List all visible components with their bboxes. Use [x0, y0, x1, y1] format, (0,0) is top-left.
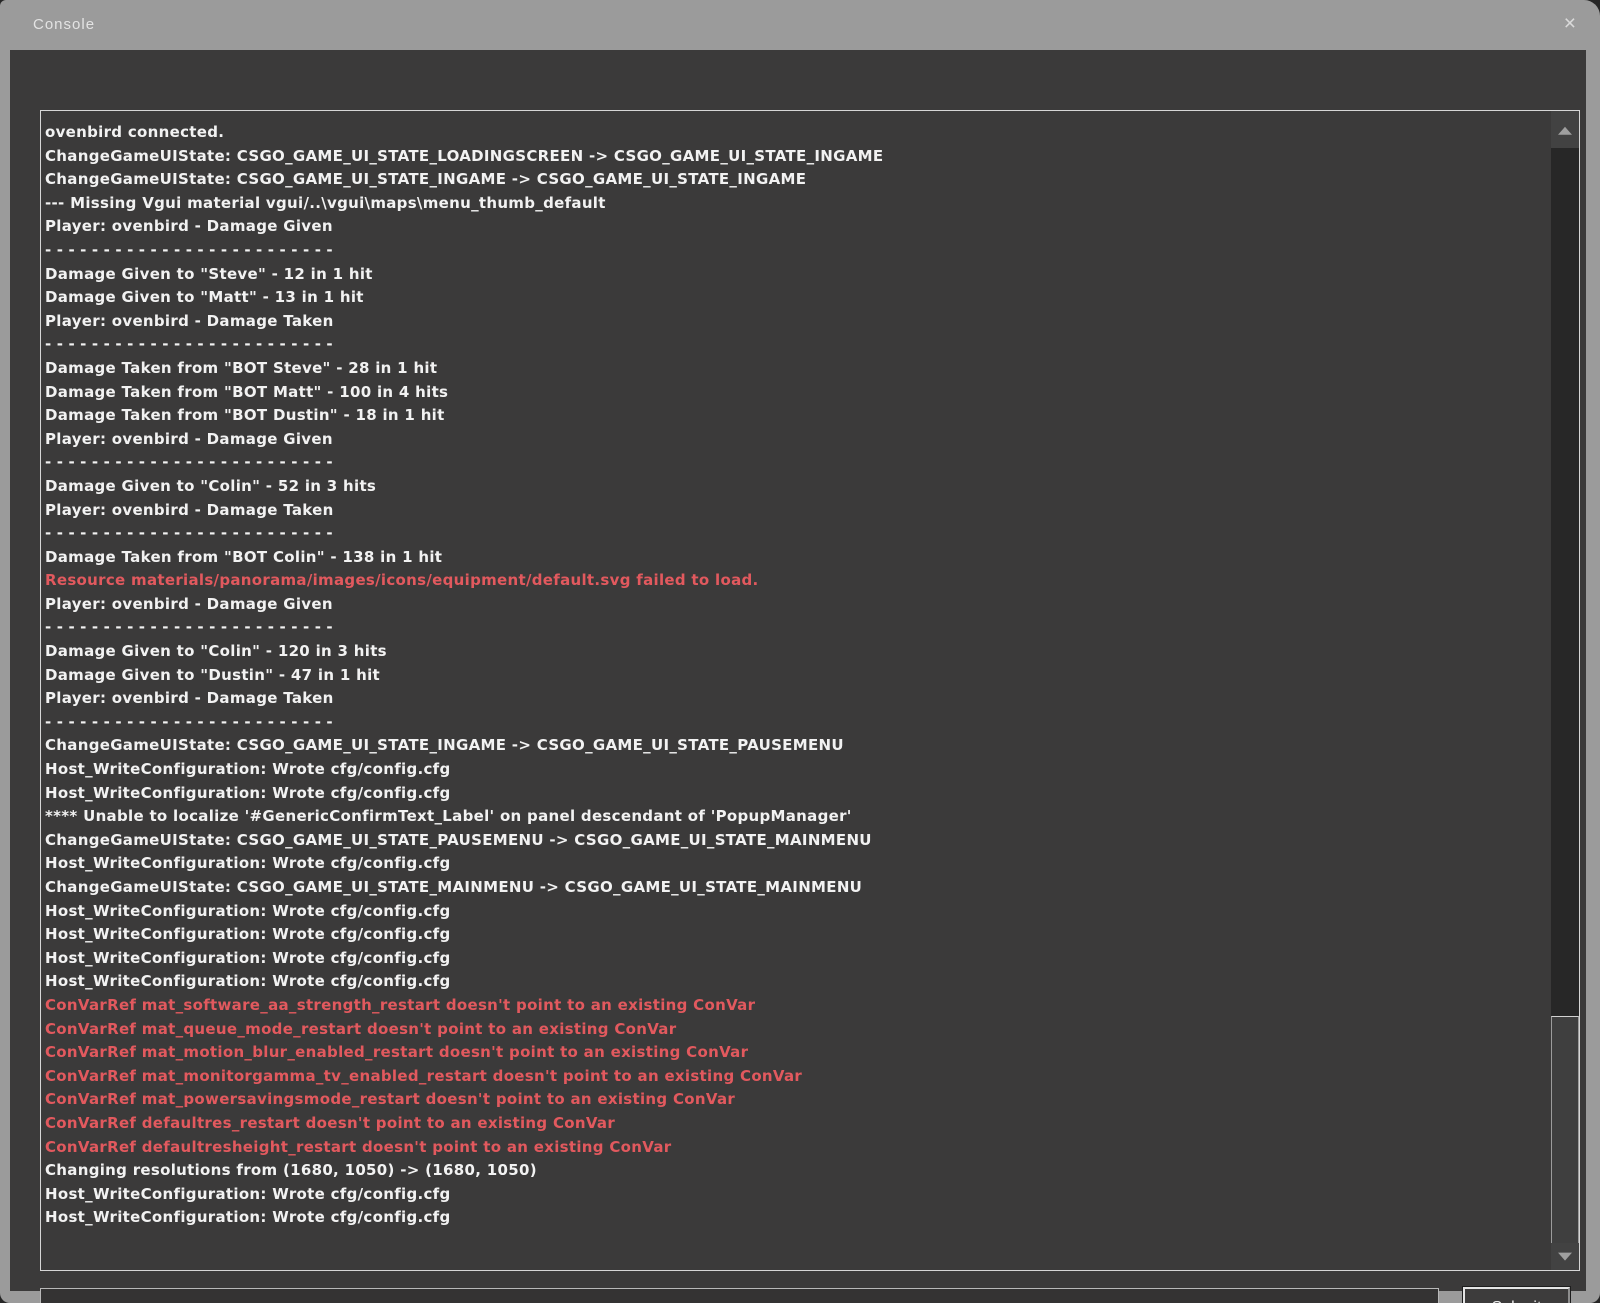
console-log: ovenbird connected.ChangeGameUIState: CS… [45, 121, 1549, 1266]
window-content: ovenbird connected.ChangeGameUIState: CS… [10, 50, 1586, 1291]
console-line: ConVarRef defaultres_restart doesn't poi… [45, 1112, 1549, 1136]
console-line: Player: ovenbird - Damage Taken [45, 310, 1549, 334]
console-line: ConVarRef mat_motion_blur_enabled_restar… [45, 1041, 1549, 1065]
scroll-down-button[interactable] [1551, 1243, 1579, 1270]
console-line: Host_WriteConfiguration: Wrote cfg/confi… [45, 1183, 1549, 1207]
console-line: Damage Given to "Steve" - 12 in 1 hit [45, 263, 1549, 287]
console-line: Player: ovenbird - Damage Taken [45, 687, 1549, 711]
console-line: Damage Given to "Colin" - 52 in 3 hits [45, 475, 1549, 499]
arrow-down-icon [1558, 1252, 1572, 1260]
console-line: Host_WriteConfiguration: Wrote cfg/confi… [45, 1206, 1549, 1230]
console-line: --- Missing Vgui material vgui/..\vgui\m… [45, 192, 1549, 216]
console-line: Host_WriteConfiguration: Wrote cfg/confi… [45, 758, 1549, 782]
scrollbar-thumb[interactable] [1551, 1016, 1579, 1244]
command-input[interactable]: connect 192.0.2.240 [40, 1288, 1439, 1303]
console-line: ------------------------- [45, 239, 1549, 263]
submit-button[interactable]: Submit [1463, 1287, 1570, 1303]
console-line: ConVarRef mat_monitorgamma_tv_enabled_re… [45, 1065, 1549, 1089]
scrollbar[interactable] [1551, 111, 1579, 1270]
console-line: ConVarRef mat_powersavingsmode_restart d… [45, 1088, 1549, 1112]
console-line: ConVarRef mat_software_aa_strength_resta… [45, 994, 1549, 1018]
console-line: Damage Taken from "BOT Matt" - 100 in 4 … [45, 381, 1549, 405]
console-line: ChangeGameUIState: CSGO_GAME_UI_STATE_LO… [45, 145, 1549, 169]
console-line: ------------------------- [45, 711, 1549, 735]
console-line: ------------------------- [45, 616, 1549, 640]
console-line: Host_WriteConfiguration: Wrote cfg/confi… [45, 900, 1549, 924]
arrow-up-icon [1558, 126, 1572, 134]
console-line: Player: ovenbird - Damage Given [45, 593, 1549, 617]
console-line: Damage Given to "Matt" - 13 in 1 hit [45, 286, 1549, 310]
screen: Console × ovenbird connected.ChangeGameU… [0, 0, 1600, 1303]
console-line: Host_WriteConfiguration: Wrote cfg/confi… [45, 782, 1549, 806]
console-line: ConVarRef mat_queue_mode_restart doesn't… [45, 1018, 1549, 1042]
scroll-up-button[interactable] [1551, 111, 1579, 148]
console-line: Host_WriteConfiguration: Wrote cfg/confi… [45, 923, 1549, 947]
console-line: ------------------------- [45, 333, 1549, 357]
console-line: Host_WriteConfiguration: Wrote cfg/confi… [45, 852, 1549, 876]
close-icon[interactable]: × [1564, 11, 1576, 37]
console-line: ChangeGameUIState: CSGO_GAME_UI_STATE_PA… [45, 829, 1549, 853]
console-line: Changing resolutions from (1680, 1050) -… [45, 1159, 1549, 1183]
console-line: Damage Given to "Dustin" - 47 in 1 hit [45, 664, 1549, 688]
console-line: ChangeGameUIState: CSGO_GAME_UI_STATE_MA… [45, 876, 1549, 900]
console-line: Host_WriteConfiguration: Wrote cfg/confi… [45, 970, 1549, 994]
console-window: Console × ovenbird connected.ChangeGameU… [0, 0, 1600, 1303]
console-line: ChangeGameUIState: CSGO_GAME_UI_STATE_IN… [45, 734, 1549, 758]
titlebar[interactable]: Console × [0, 0, 1600, 50]
console-line: Damage Given to "Colin" - 120 in 3 hits [45, 640, 1549, 664]
console-line: ------------------------- [45, 451, 1549, 475]
console-line: Host_WriteConfiguration: Wrote cfg/confi… [45, 947, 1549, 971]
console-line: **** Unable to localize '#GenericConfirm… [45, 805, 1549, 829]
console-line: Player: ovenbird - Damage Taken [45, 499, 1549, 523]
console-output-panel: ovenbird connected.ChangeGameUIState: CS… [40, 110, 1580, 1271]
console-line: Damage Taken from "BOT Colin" - 138 in 1… [45, 546, 1549, 570]
console-line: Damage Taken from "BOT Steve" - 28 in 1 … [45, 357, 1549, 381]
console-line: Resource materials/panorama/images/icons… [45, 569, 1549, 593]
console-line: ovenbird connected. [45, 121, 1549, 145]
console-line: Player: ovenbird - Damage Given [45, 215, 1549, 239]
console-line: ChangeGameUIState: CSGO_GAME_UI_STATE_IN… [45, 168, 1549, 192]
console-line: Player: ovenbird - Damage Given [45, 428, 1549, 452]
window-title: Console [33, 0, 95, 50]
console-line: Damage Taken from "BOT Dustin" - 18 in 1… [45, 404, 1549, 428]
console-line: ------------------------- [45, 522, 1549, 546]
console-line: ConVarRef defaultresheight_restart doesn… [45, 1136, 1549, 1160]
